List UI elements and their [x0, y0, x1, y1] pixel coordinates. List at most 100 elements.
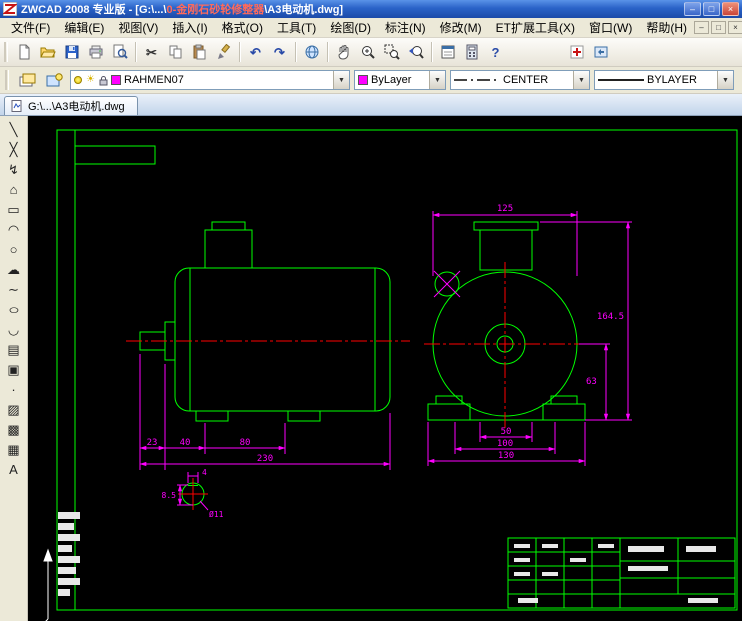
- draw-toolbar: ╲ ╳ ↯ ⌂ ▭ ◠ ○ ☁ ∼ ○ ◡ ▤ ▣ · ▨ ▩ ▦ A: [0, 116, 28, 621]
- menu-insert[interactable]: 插入(I): [165, 17, 214, 38]
- menu-file[interactable]: 文件(F): [4, 17, 57, 38]
- rectangle-tool-button[interactable]: ▭: [2, 199, 26, 219]
- lineweight-dropdown-arrow[interactable]: ▼: [717, 71, 733, 89]
- minimize-button[interactable]: –: [684, 2, 701, 16]
- menu-draw[interactable]: 绘图(D): [323, 17, 378, 38]
- color-dropdown-arrow[interactable]: ▼: [429, 71, 445, 89]
- point-tool-button[interactable]: ·: [2, 379, 26, 399]
- current-lineweight-name: BYLAYER: [647, 74, 714, 86]
- copy-button[interactable]: [164, 41, 187, 63]
- extra-tool-button-2[interactable]: [589, 41, 612, 63]
- dwg-file-icon: [11, 100, 23, 112]
- mdi-close-button[interactable]: ×: [728, 21, 742, 34]
- properties-palette-icon: [440, 44, 456, 60]
- zoom-window-icon: [384, 44, 400, 60]
- toolbar-separator: [295, 42, 296, 62]
- layer-states-button[interactable]: [43, 69, 66, 91]
- ellipse-tool-button[interactable]: ○: [2, 299, 26, 319]
- current-linetype-name: CENTER: [503, 74, 570, 86]
- zoom-magnifier-icon: [360, 44, 376, 60]
- circle-tool-button[interactable]: ○: [2, 239, 26, 259]
- zoom-realtime-button[interactable]: [356, 41, 379, 63]
- menu-et-tools[interactable]: ET扩展工具(X): [489, 17, 582, 38]
- drawing-canvas[interactable]: 23 40 80 230 125 164.5 63 50 100 130 4 8…: [28, 116, 742, 621]
- layer-select[interactable]: ☀ RAHMEN07 ▼: [70, 70, 350, 90]
- menu-edit[interactable]: 编辑(E): [57, 17, 111, 38]
- zoom-previous-button[interactable]: [404, 41, 427, 63]
- menu-view[interactable]: 视图(V): [111, 17, 165, 38]
- menu-dimension[interactable]: 标注(N): [378, 17, 433, 38]
- spline-tool-button[interactable]: ∼: [2, 279, 26, 299]
- menu-modify[interactable]: 修改(M): [433, 17, 489, 38]
- lineweight-select[interactable]: BYLAYER ▼: [594, 70, 734, 90]
- zoom-window-button[interactable]: [380, 41, 403, 63]
- undo-icon: ↶: [250, 46, 261, 59]
- save-button[interactable]: [60, 41, 83, 63]
- toolbar-drag-handle[interactable]: [5, 70, 8, 90]
- help-button[interactable]: ?: [484, 41, 507, 63]
- plot-button[interactable]: [84, 41, 107, 63]
- menu-format[interactable]: 格式(O): [215, 17, 270, 38]
- menu-help[interactable]: 帮助(H): [639, 17, 694, 38]
- layer-states-icon: [46, 72, 64, 88]
- match-properties-button[interactable]: [212, 41, 235, 63]
- mdi-minimize-button[interactable]: –: [694, 21, 709, 34]
- pan-button[interactable]: [332, 41, 355, 63]
- cut-button[interactable]: ✂: [140, 41, 163, 63]
- make-block-tool-button[interactable]: ▣: [2, 359, 26, 379]
- open-button[interactable]: [36, 41, 59, 63]
- toolbar-drag-handle[interactable]: [4, 42, 7, 62]
- eye-bolt-cross: [434, 271, 460, 297]
- revision-cloud-tool-button[interactable]: ☁: [2, 259, 26, 279]
- help-icon: ?: [492, 46, 500, 59]
- toolbar-separator: [135, 42, 136, 62]
- menu-tools[interactable]: 工具(T): [270, 17, 323, 38]
- ellipse-icon: ○: [8, 303, 20, 316]
- gradient-tool-button[interactable]: ▩: [2, 419, 26, 439]
- maximize-button[interactable]: □: [703, 2, 720, 16]
- properties-button[interactable]: [436, 41, 459, 63]
- print-preview-button[interactable]: [108, 41, 131, 63]
- quick-calc-button[interactable]: [460, 41, 483, 63]
- dimension-labels: 23 40 80 230 125 164.5 63 50 100 130 4 8…: [147, 204, 624, 519]
- linetype-dropdown-arrow[interactable]: ▼: [573, 71, 589, 89]
- ellipse-arc-tool-button[interactable]: ◡: [2, 319, 26, 339]
- arc-tool-button[interactable]: ◠: [2, 219, 26, 239]
- layer-freeze-icon: ☀: [85, 75, 96, 85]
- polygon-tool-button[interactable]: ⌂: [2, 179, 26, 199]
- hatch-icon: ▨: [7, 403, 19, 416]
- close-button[interactable]: ×: [722, 2, 739, 16]
- polyline-tool-button[interactable]: ↯: [2, 159, 26, 179]
- spline-icon: ∼: [8, 283, 19, 296]
- extra-tool-button-1[interactable]: [565, 41, 588, 63]
- dim-40: 40: [180, 438, 191, 448]
- document-tab[interactable]: G:\...\A3电动机.dwg: [4, 96, 138, 115]
- point-icon: ·: [11, 383, 15, 396]
- mtext-tool-button[interactable]: A: [2, 459, 26, 479]
- hyperlink-button[interactable]: [300, 41, 323, 63]
- line-tool-button[interactable]: ╲: [2, 119, 26, 139]
- menu-bar: 文件(F) 编辑(E) 视图(V) 插入(I) 格式(O) 工具(T) 绘图(D…: [0, 18, 742, 38]
- construction-line-tool-button[interactable]: ╳: [2, 139, 26, 159]
- dim-key-width: 4: [202, 468, 207, 477]
- gradient-icon: ▩: [7, 423, 19, 436]
- new-button[interactable]: [12, 41, 35, 63]
- undo-button[interactable]: ↶: [244, 41, 267, 63]
- title-text-suffix: \A3电动机.dwg]: [264, 4, 343, 16]
- layer-manager-button[interactable]: [16, 69, 39, 91]
- region-tool-button[interactable]: ▦: [2, 439, 26, 459]
- hatch-tool-button[interactable]: ▨: [2, 399, 26, 419]
- make-block-icon: ▣: [7, 363, 19, 376]
- redo-button[interactable]: ↷: [268, 41, 291, 63]
- linetype-select[interactable]: CENTER ▼: [450, 70, 590, 90]
- mdi-restore-button[interactable]: □: [711, 21, 726, 34]
- color-select[interactable]: ByLayer ▼: [354, 70, 446, 90]
- paste-button[interactable]: [188, 41, 211, 63]
- front-view-centerlines: [424, 262, 586, 428]
- dim-front-width: 125: [497, 204, 513, 214]
- current-layer-name: RAHMEN07: [124, 74, 330, 86]
- layer-dropdown-arrow[interactable]: ▼: [333, 71, 349, 89]
- menu-window[interactable]: 窗口(W): [582, 17, 639, 38]
- insert-block-tool-button[interactable]: ▤: [2, 339, 26, 359]
- motor-side-view: [140, 222, 390, 421]
